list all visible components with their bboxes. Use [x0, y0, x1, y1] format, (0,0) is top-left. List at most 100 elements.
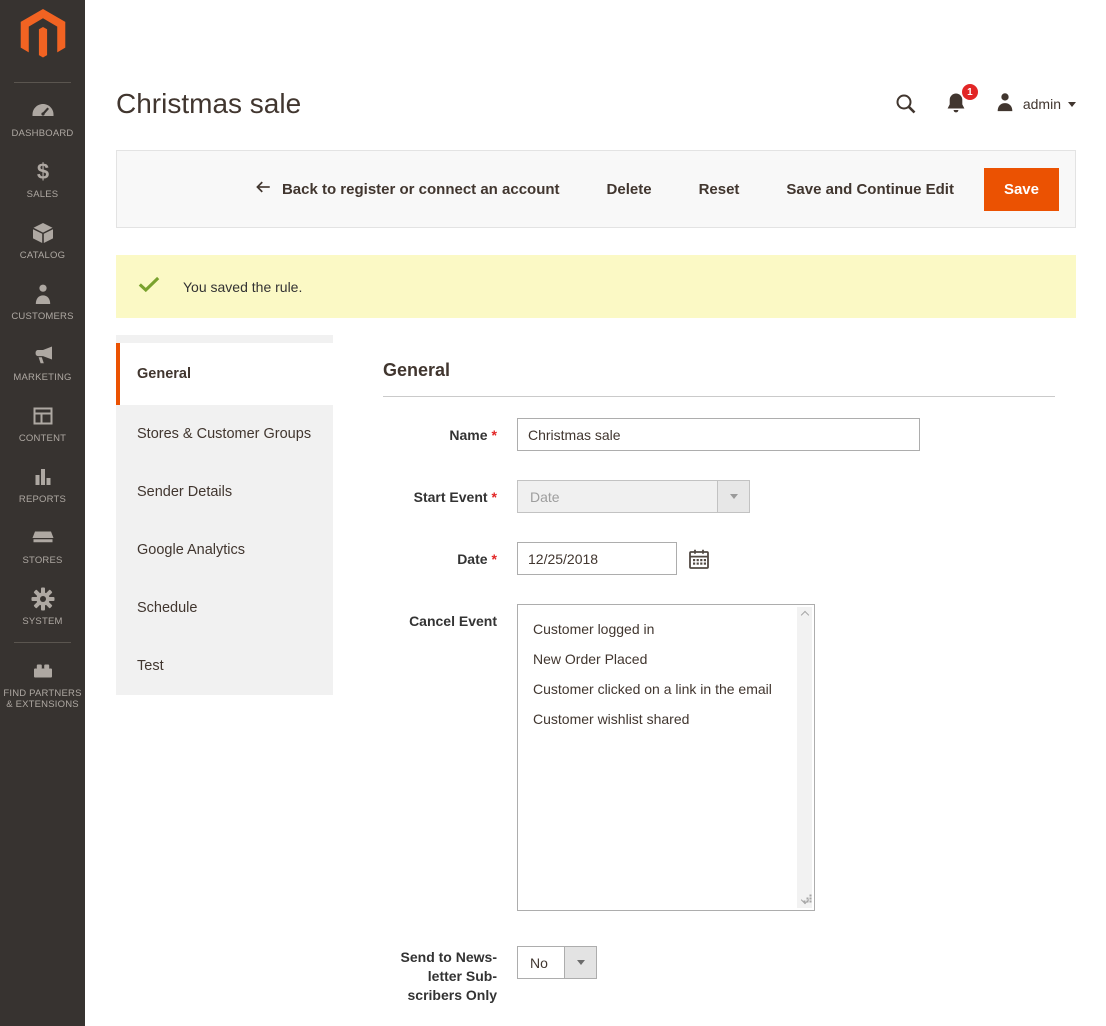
find-partners-icon	[3, 659, 82, 683]
form-tabs: General Stores & Customer Groups Sender …	[116, 335, 333, 695]
field-row-start-event: Start Event* Date	[383, 480, 1076, 513]
cancel-event-multiselect[interactable]: Customer logged in New Order Placed Cust…	[517, 604, 815, 911]
sidebar-item-label: MARKETING	[3, 372, 82, 383]
sidebar-item-label: DASHBOARD	[3, 128, 82, 139]
field-row-newsletter: Send to News- letter Sub- scribers Only …	[383, 946, 1076, 1005]
system-icon	[3, 587, 82, 611]
avatar-icon	[994, 91, 1016, 118]
start-event-value: Date	[518, 481, 717, 512]
date-label: Date*	[383, 542, 497, 575]
save-and-continue-button[interactable]: Save and Continue Edit	[786, 181, 954, 198]
sidebar-item-dashboard[interactable]: DASHBOARD	[0, 89, 85, 150]
chevron-down-icon	[1068, 102, 1076, 107]
required-marker: *	[492, 427, 497, 443]
marketing-icon	[3, 343, 82, 367]
admin-account-menu[interactable]: admin	[994, 91, 1076, 118]
sales-icon: $	[3, 160, 82, 184]
content-row: General Stores & Customer Groups Sender …	[116, 335, 1076, 1005]
newsletter-label: Send to News- letter Sub- scribers Only	[383, 946, 497, 1005]
multiselect-option[interactable]: Customer logged in	[533, 614, 790, 644]
catalog-icon	[3, 221, 82, 245]
select-arrow-icon[interactable]	[564, 947, 596, 978]
sidebar-item-label: SALES	[3, 189, 82, 200]
tab-stores-customer-groups[interactable]: Stores & Customer Groups	[116, 405, 333, 463]
name-label: Name*	[383, 418, 497, 451]
cancel-event-label: Cancel Event	[383, 604, 497, 911]
notification-count-badge: 1	[962, 84, 978, 100]
sidebar-item-label: REPORTS	[3, 494, 82, 505]
delete-button[interactable]: Delete	[607, 181, 652, 198]
page-header: Christmas sale 1 admin	[116, 0, 1076, 120]
multiselect-option[interactable]: Customer wishlist shared	[533, 704, 790, 734]
sidebar-item-label: CATALOG	[3, 250, 82, 261]
tab-sender-details[interactable]: Sender Details	[116, 463, 333, 521]
sidebar-divider	[14, 82, 71, 83]
sidebar-item-label: CUSTOMERS	[3, 311, 82, 322]
success-message: You saved the rule.	[116, 255, 1076, 318]
name-field[interactable]	[517, 418, 920, 451]
calendar-button[interactable]	[687, 547, 711, 574]
page-actions-toolbar: Back to register or connect an account D…	[116, 150, 1076, 228]
content-icon	[3, 404, 82, 428]
sidebar-item-marketing[interactable]: MARKETING	[0, 333, 85, 394]
tab-general[interactable]: General	[116, 343, 333, 405]
required-marker: *	[492, 489, 497, 505]
reports-icon	[3, 465, 82, 489]
admin-sidebar: DASHBOARD $ SALES CATALOG CUSTOMERS MARK…	[0, 0, 85, 1026]
header-actions: 1 admin	[894, 91, 1076, 118]
dashboard-icon	[3, 99, 82, 123]
customers-icon	[3, 282, 82, 306]
sidebar-item-label: SYSTEM	[3, 616, 82, 627]
magento-logo[interactable]	[0, 0, 85, 78]
start-event-label: Start Event*	[383, 480, 497, 513]
resize-grip-icon[interactable]	[803, 890, 812, 908]
tab-google-analytics[interactable]: Google Analytics	[116, 521, 333, 579]
back-button[interactable]: Back to register or connect an account	[253, 178, 560, 200]
sidebar-item-sales[interactable]: $ SALES	[0, 150, 85, 211]
form-body: Name* Start Event* Date	[383, 397, 1076, 1005]
notifications-bell-icon[interactable]: 1	[944, 91, 968, 117]
sidebar-item-system[interactable]: SYSTEM	[0, 577, 85, 638]
field-row-date: Date*	[383, 542, 1076, 575]
save-button[interactable]: Save	[984, 168, 1059, 211]
select-arrow-icon	[717, 481, 749, 512]
stores-icon	[3, 526, 82, 550]
required-marker: *	[492, 551, 497, 567]
calendar-icon	[687, 559, 711, 574]
reset-button[interactable]: Reset	[699, 181, 740, 198]
page-title: Christmas sale	[116, 88, 301, 120]
sidebar-item-label: STORES	[3, 555, 82, 566]
sidebar-divider	[14, 642, 71, 643]
scroll-up-icon[interactable]	[800, 611, 808, 619]
success-check-icon	[138, 275, 160, 298]
section-title: General	[383, 360, 1055, 397]
tab-schedule[interactable]: Schedule	[116, 579, 333, 637]
start-event-select: Date	[517, 480, 750, 513]
admin-username: admin	[1023, 96, 1061, 112]
general-form: General Name* Start Event*	[383, 335, 1076, 1005]
sidebar-item-customers[interactable]: CUSTOMERS	[0, 272, 85, 333]
date-field[interactable]	[517, 542, 677, 575]
multiselect-scrollbar[interactable]	[797, 607, 812, 908]
field-row-cancel-event: Cancel Event Customer logged in New Orde…	[383, 604, 1076, 911]
multiselect-option[interactable]: Customer clicked on a link in the email	[533, 674, 790, 704]
sidebar-item-label: FIND PARTNERS & EXTENSIONS	[3, 688, 82, 710]
sidebar-item-stores[interactable]: STORES	[0, 516, 85, 577]
main-content: Christmas sale 1 admin Back to regi	[85, 0, 1106, 1026]
multiselect-option[interactable]: New Order Placed	[533, 644, 790, 674]
search-icon[interactable]	[894, 92, 918, 116]
success-message-text: You saved the rule.	[183, 279, 302, 295]
back-arrow-icon	[253, 178, 273, 200]
sidebar-item-label: CONTENT	[3, 433, 82, 444]
sidebar-item-content[interactable]: CONTENT	[0, 394, 85, 455]
sidebar-item-catalog[interactable]: CATALOG	[0, 211, 85, 272]
sidebar-item-reports[interactable]: REPORTS	[0, 455, 85, 516]
field-row-name: Name*	[383, 418, 1076, 451]
back-button-label: Back to register or connect an account	[282, 181, 560, 198]
newsletter-select[interactable]: No	[517, 946, 597, 979]
tab-test[interactable]: Test	[116, 637, 333, 695]
newsletter-value: No	[518, 947, 564, 978]
magento-logo-icon	[20, 9, 66, 66]
sidebar-item-find-partners[interactable]: FIND PARTNERS & EXTENSIONS	[0, 649, 85, 721]
svg-text:$: $	[36, 160, 48, 184]
